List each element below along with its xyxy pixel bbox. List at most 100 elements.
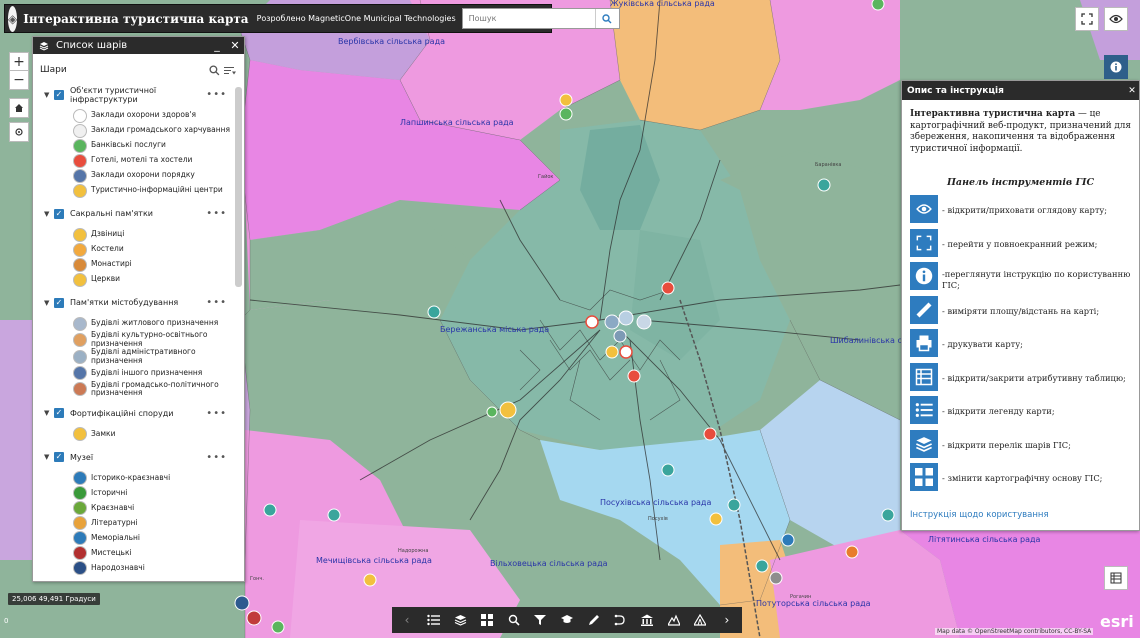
routing-tool-button[interactable] (611, 611, 629, 629)
layer-list-scrollbar[interactable] (235, 87, 242, 287)
layer-group-checkbox[interactable]: ✓ (54, 208, 64, 219)
layer-item[interactable]: Будівлі житлового призначення (33, 316, 233, 331)
layer-item[interactable]: Будівлі культурно-освітнього призначення (33, 330, 233, 348)
layer-group-3[interactable]: ▼ ✓ Фортифікаційні споруди ••• (33, 404, 233, 423)
layer-symbol-icon (73, 257, 87, 272)
map-label-vilkhovetska: Вільховецька сільська рада (490, 559, 608, 568)
map-label-baranivka: Баранівка (815, 162, 841, 168)
app-header: ◈ Інтерактивна туристична карта Розробле… (4, 4, 620, 33)
layer-item[interactable]: Краєзнавчі (33, 501, 233, 516)
description-panel-header: Опис та інструкція ✕ (902, 81, 1139, 100)
expand-caret-icon[interactable]: ▼ (44, 91, 54, 99)
layer-group-checkbox[interactable]: ✓ (54, 452, 64, 463)
layer-group-checkbox[interactable]: ✓ (54, 89, 64, 100)
search-box (461, 8, 620, 29)
toolbar-prev-button[interactable]: ‹ (398, 611, 416, 629)
close-layer-panel-button[interactable]: ✕ (226, 39, 244, 52)
locate-button[interactable] (9, 122, 29, 142)
layer-item[interactable]: Історичні (33, 486, 233, 501)
map-label-posukhivska: Посухівська сільська рада (600, 498, 711, 507)
layer-item[interactable]: Будівлі іншого призначення (33, 366, 233, 381)
layers-icon (39, 41, 49, 51)
layer-symbol-icon (73, 108, 87, 123)
layer-group-menu-icon[interactable]: ••• (206, 89, 227, 100)
basemap-tool-button[interactable] (478, 611, 496, 629)
layer-item[interactable]: Церкви (33, 272, 233, 287)
layer-group-menu-icon[interactable]: ••• (206, 408, 227, 419)
basemap-icon (480, 614, 493, 626)
tool-description: - перейти у повноекранний режим; (942, 238, 1098, 249)
layer-item[interactable]: Готелі, мотелі та хостели (33, 153, 233, 168)
layer-item[interactable]: Туристично-інформаційні центри (33, 183, 233, 198)
layer-item-label: Мистецькі (91, 547, 132, 557)
layer-group-checkbox[interactable]: ✓ (54, 297, 64, 308)
search-input[interactable] (462, 9, 595, 28)
layer-item[interactable]: Меморіальні (33, 531, 233, 546)
layer-group-2[interactable]: ▼ ✓ Пам'ятки містобудування ••• (33, 293, 233, 312)
draw-tool-button[interactable] (585, 611, 603, 629)
map-label-lapshynska: Лапшинська сільська рада (400, 118, 514, 127)
tool-description: - відкрити/приховати оглядову карту; (942, 205, 1108, 216)
layer-group-menu-icon[interactable]: ••• (206, 452, 227, 463)
tent-tool-button[interactable] (691, 611, 709, 629)
zoom-in-button[interactable]: + (9, 52, 29, 72)
info-button[interactable] (1104, 55, 1128, 79)
expand-caret-icon[interactable]: ▼ (44, 453, 54, 461)
toolbar-next-button[interactable]: › (718, 611, 736, 629)
minimize-button[interactable]: _ (208, 39, 226, 52)
layer-item[interactable]: Будівлі громадсько-політичного призначен… (33, 380, 233, 398)
layer-item[interactable]: Літературні (33, 516, 233, 531)
overview-map-button[interactable] (1104, 7, 1128, 31)
geoprocessing-tool-button[interactable] (558, 611, 576, 629)
layer-list-panel: Список шарів _ ✕ Шари ▼ ✓ Об'єкти туристич… (32, 36, 245, 582)
legend-tool-button[interactable] (425, 611, 443, 629)
layer-item[interactable]: Банківські послуги (33, 138, 233, 153)
layer-item[interactable]: Будівлі адміністративного призначення (33, 347, 233, 365)
map-label-lytiatynska: Літятинська сільська рада (928, 535, 1041, 544)
tool-row: - перейти у повноекранний режим; (902, 228, 1139, 262)
user-guide-link[interactable]: Інструкція щодо користування (910, 510, 1049, 520)
close-description-button[interactable]: ✕ (1125, 86, 1139, 96)
map-label-zhukivska: Жуківська сільська рада (610, 0, 715, 8)
query-tool-button[interactable] (505, 611, 523, 629)
layers-icon (910, 429, 938, 458)
tool-description: - відкрити перелік шарів ГІС; (942, 439, 1071, 450)
fullscreen-icon (1081, 13, 1093, 25)
layer-group-menu-icon[interactable]: ••• (206, 208, 227, 219)
layer-item[interactable]: Монастирі (33, 257, 233, 272)
layer-group-4[interactable]: ▼ ✓ Музеї ••• (33, 448, 233, 467)
layer-group-menu-icon[interactable]: ••• (206, 297, 227, 308)
filter-tool-button[interactable] (531, 611, 549, 629)
museum-tool-button[interactable] (638, 611, 656, 629)
layer-item[interactable]: Замки (33, 427, 233, 442)
zoom-out-button[interactable]: − (9, 70, 29, 90)
layer-group-1[interactable]: ▼ ✓ Сакральні пам'ятки ••• (33, 204, 233, 223)
expand-caret-icon[interactable]: ▼ (44, 299, 54, 307)
layer-item[interactable]: Заклади громадського харчування (33, 123, 233, 138)
layer-symbol-icon (73, 486, 87, 501)
attribute-table-button[interactable] (1104, 566, 1128, 590)
layer-item[interactable]: Народознавчі (33, 561, 233, 576)
search-icon[interactable] (209, 64, 220, 76)
expand-caret-icon[interactable]: ▼ (44, 409, 54, 417)
layer-item[interactable]: Заклади охорони здоров'я (33, 108, 233, 123)
layer-item[interactable]: Мистецькі (33, 546, 233, 561)
layer-symbol-icon (73, 332, 87, 347)
layer-group-checkbox[interactable]: ✓ (54, 408, 64, 419)
layer-item-label: Монастирі (91, 259, 132, 269)
layer-item[interactable]: Дзвіниці (33, 227, 233, 242)
fullscreen-button[interactable] (1075, 7, 1099, 31)
expand-caret-icon[interactable]: ▼ (44, 210, 54, 218)
elevation-tool-button[interactable] (665, 611, 683, 629)
layers-tool-button[interactable] (451, 611, 469, 629)
layer-symbol-icon (73, 546, 87, 561)
filter-icon[interactable] (224, 65, 236, 76)
home-button[interactable] (9, 98, 29, 118)
search-button[interactable] (594, 9, 619, 28)
layer-panel-toolbar: Шари (33, 59, 244, 81)
layer-group-0[interactable]: ▼ ✓ Об'єкти туристичної інфраструктури ••• (33, 85, 233, 104)
layer-item[interactable]: Історико-краєзнавчі (33, 471, 233, 486)
layer-item[interactable]: Костели (33, 242, 233, 257)
layer-item[interactable]: Заклади охорони порядку (33, 168, 233, 183)
layer-symbol-icon (73, 168, 87, 183)
